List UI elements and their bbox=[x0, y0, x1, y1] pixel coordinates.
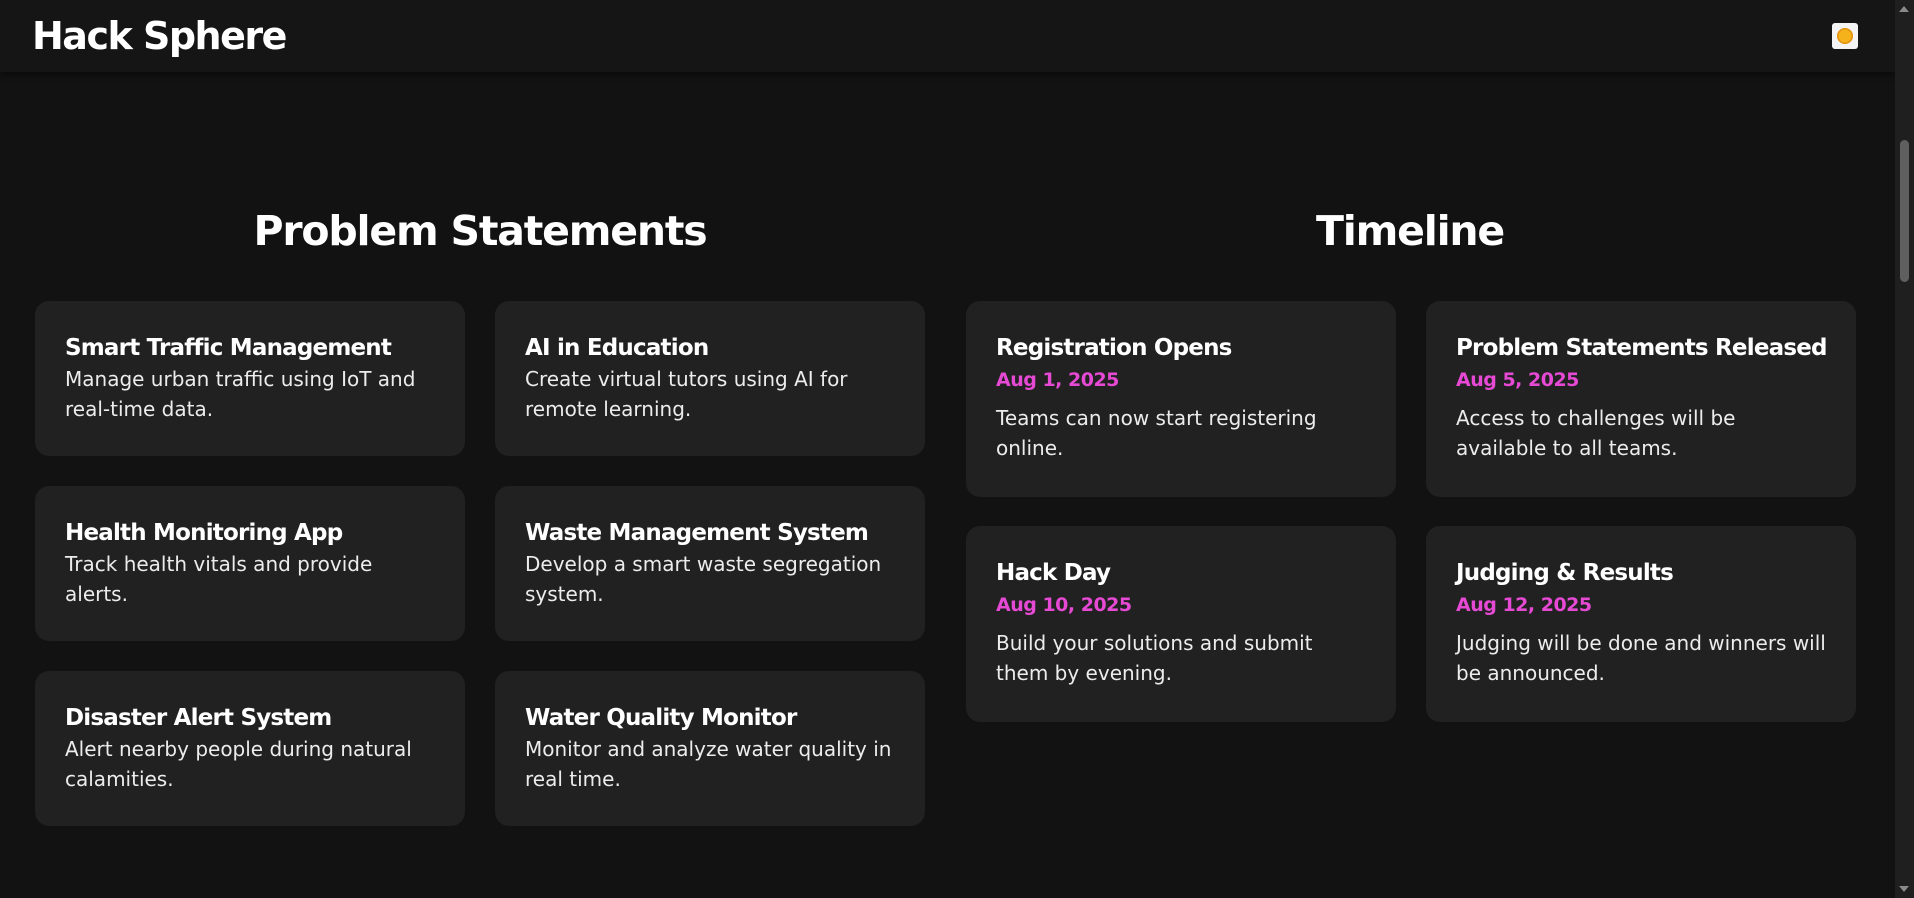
timeline-card: Registration Opens Aug 1, 2025 Teams can… bbox=[966, 301, 1396, 497]
problem-card: Health Monitoring App Track health vital… bbox=[35, 486, 465, 641]
problem-card-description: Track health vitals and provide alerts. bbox=[65, 552, 373, 606]
page-scrollbar[interactable] bbox=[1895, 0, 1914, 898]
problem-card: Smart Traffic Management Manage urban tr… bbox=[35, 301, 465, 456]
timeline-card: Judging & Results Aug 12, 2025 Judging w… bbox=[1426, 526, 1856, 722]
brand-logo-text[interactable]: Hack Sphere bbox=[32, 13, 287, 59]
timeline-card-title: Judging & Results bbox=[1456, 560, 1674, 586]
timeline-card-title: Registration Opens bbox=[996, 335, 1232, 361]
timeline-card-title: Hack Day bbox=[996, 560, 1111, 586]
problem-card-title: AI in Education bbox=[525, 335, 709, 361]
navbar: Hack Sphere bbox=[0, 0, 1895, 72]
problem-card: Disaster Alert System Alert nearby peopl… bbox=[35, 671, 465, 826]
problem-card-description: Create virtual tutors using AI for remot… bbox=[525, 367, 848, 421]
scroll-thumb[interactable] bbox=[1900, 140, 1909, 282]
timeline-card-description: Teams can now start registering online. bbox=[996, 406, 1317, 460]
timeline-card-description: Build your solutions and submit them by … bbox=[996, 631, 1313, 685]
problem-card: AI in Education Create virtual tutors us… bbox=[495, 301, 925, 456]
problem-card-title: Smart Traffic Management bbox=[65, 335, 392, 361]
problem-card-title: Waste Management System bbox=[525, 520, 869, 546]
problem-card-title: Health Monitoring App bbox=[65, 520, 343, 546]
timeline-card-date: Aug 12, 2025 bbox=[1456, 594, 1592, 616]
sun-icon bbox=[1837, 28, 1853, 44]
timeline-card-description: Judging will be done and winners will be… bbox=[1456, 631, 1826, 685]
problem-card-description: Develop a smart waste segregation system… bbox=[525, 552, 882, 606]
timeline-card: Hack Day Aug 10, 2025 Build your solutio… bbox=[966, 526, 1396, 722]
problem-statements-heading: Problem Statements bbox=[253, 207, 708, 255]
problem-card-title: Disaster Alert System bbox=[65, 705, 332, 731]
timeline-card: Problem Statements Released Aug 5, 2025 … bbox=[1426, 301, 1856, 497]
problem-card-description: Manage urban traffic using IoT and real-… bbox=[65, 367, 416, 421]
timeline-heading: Timeline bbox=[1315, 207, 1505, 255]
scroll-down-arrow-icon[interactable] bbox=[1899, 886, 1909, 892]
problem-card: Water Quality Monitor Monitor and analyz… bbox=[495, 671, 925, 826]
problem-card-description: Alert nearby people during natural calam… bbox=[65, 737, 412, 791]
timeline-card-description: Access to challenges will be available t… bbox=[1456, 406, 1736, 460]
timeline-card-title: Problem Statements Released bbox=[1456, 335, 1828, 361]
scroll-up-arrow-icon[interactable] bbox=[1899, 6, 1909, 12]
timeline-card-date: Aug 10, 2025 bbox=[996, 594, 1132, 616]
problem-card-title: Water Quality Monitor bbox=[525, 705, 797, 731]
timeline-card-date: Aug 5, 2025 bbox=[1456, 369, 1579, 391]
problem-card: Waste Management System Develop a smart … bbox=[495, 486, 925, 641]
timeline-card-date: Aug 1, 2025 bbox=[996, 369, 1119, 391]
problem-card-description: Monitor and analyze water quality in rea… bbox=[525, 737, 892, 791]
theme-toggle-button[interactable] bbox=[1832, 23, 1858, 49]
